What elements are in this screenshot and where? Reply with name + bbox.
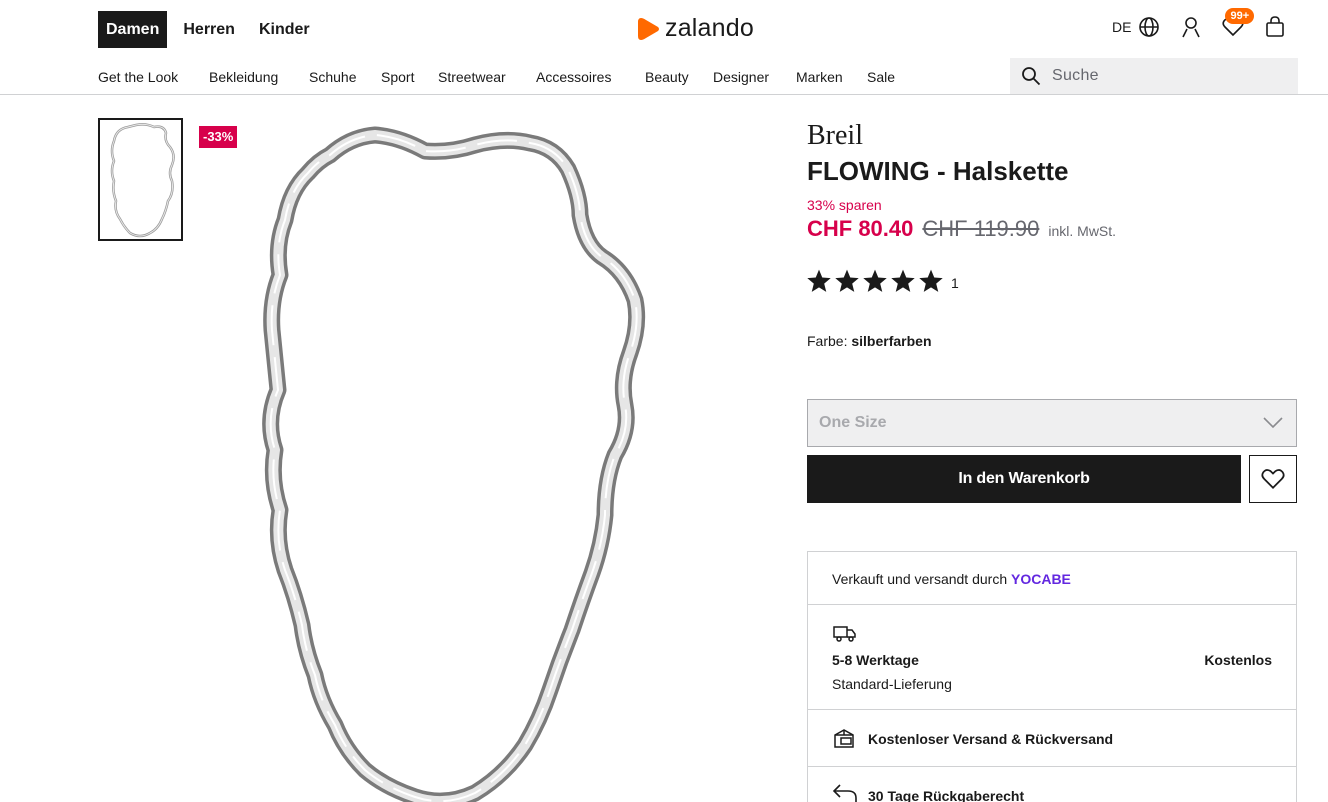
rating-stars: [806, 268, 946, 294]
size-value: One Size: [819, 414, 887, 431]
discount-badge: -33%: [199, 126, 238, 148]
zalando-logo[interactable]: zalando: [637, 14, 754, 43]
delivery-info-box: Verkauft und versandt durch YOCABE 5-8 W…: [807, 551, 1297, 802]
seller-info: Verkauft und versandt durch YOCABE: [832, 571, 1071, 587]
shipping-type: Standard-Lieferung: [832, 676, 952, 692]
divider: [808, 604, 1296, 605]
language-label[interactable]: DE: [1112, 19, 1131, 35]
user-icon[interactable]: [1179, 15, 1203, 39]
logo-text: zalando: [665, 14, 754, 42]
shipping-cost: Kostenlos: [1204, 652, 1272, 668]
globe-icon[interactable]: [1137, 15, 1161, 39]
divider: [808, 766, 1296, 767]
add-to-wishlist-button[interactable]: [1249, 455, 1297, 503]
nav-sport[interactable]: Sport: [381, 69, 414, 85]
free-return-box-icon: [834, 729, 854, 748]
nav-designer[interactable]: Designer: [713, 69, 769, 85]
nav-accessoires[interactable]: Accessoires: [536, 69, 611, 85]
tab-kinder[interactable]: Kinder: [251, 11, 318, 48]
product-brand[interactable]: Breil: [807, 120, 863, 152]
star-icon: [863, 269, 887, 292]
original-price: CHF 119.90: [922, 216, 1040, 241]
tab-herren[interactable]: Herren: [175, 11, 243, 48]
search-placeholder: Suche: [1052, 67, 1099, 84]
savings-label: 33% sparen: [807, 197, 882, 213]
current-price: CHF 80.40: [807, 216, 914, 241]
shipping-days: 5-8 Werktage: [832, 652, 919, 668]
free-returns-label: Kostenloser Versand & Rückversand: [868, 731, 1114, 747]
divider: [808, 709, 1296, 710]
nav-streetwear[interactable]: Streetwear: [438, 69, 506, 85]
star-icon: [891, 269, 915, 292]
product-rating[interactable]: 1: [806, 268, 959, 294]
add-to-cart-button[interactable]: In den Warenkorb: [807, 455, 1241, 503]
color-value: silberfarben: [851, 333, 932, 349]
nav-schuhe[interactable]: Schuhe: [309, 69, 356, 85]
price-row: CHF 80.40 CHF 119.90 inkl. MwSt.: [807, 216, 1116, 242]
product-main-image[interactable]: [250, 125, 660, 802]
return-arrow-icon: [832, 784, 857, 802]
wishlist-count-badge: 99+: [1225, 8, 1255, 24]
shopping-bag-icon[interactable]: [1263, 15, 1287, 39]
zalando-play-icon: [638, 17, 659, 40]
necklace-image: [262, 126, 646, 802]
necklace-thumbnail-image: [110, 122, 175, 237]
star-icon: [835, 269, 859, 292]
seller-prefix: Verkauft und versandt durch: [832, 571, 1008, 587]
nav-marken[interactable]: Marken: [796, 69, 843, 85]
return-period-label: 30 Tage Rückgaberecht: [868, 788, 1025, 802]
product-title: FLOWING - Halskette: [807, 156, 1069, 186]
search-input[interactable]: Suche: [1010, 58, 1298, 94]
rating-count[interactable]: 1: [951, 275, 959, 291]
chevron-down-icon: [1263, 417, 1283, 429]
nav-bekleidung[interactable]: Bekleidung: [209, 69, 278, 85]
color-label: Farbe:: [807, 333, 848, 349]
header-divider: [0, 94, 1328, 95]
star-icon: [919, 269, 943, 292]
nav-get-the-look[interactable]: Get the Look: [98, 69, 178, 85]
star-icon: [807, 269, 831, 292]
header-tools: DE 99+: [1112, 8, 1287, 41]
wishlist-heart-icon[interactable]: 99+: [1221, 8, 1255, 39]
nav-sale[interactable]: Sale: [867, 69, 895, 85]
seller-name[interactable]: YOCABE: [1011, 571, 1071, 587]
color-info: Farbe: silberfarben: [807, 333, 932, 349]
tab-damen[interactable]: Damen: [98, 11, 168, 48]
nav-beauty[interactable]: Beauty: [645, 69, 689, 85]
delivery-truck-icon: [833, 626, 856, 642]
product-thumbnail[interactable]: [98, 118, 183, 241]
gender-nav: Damen Herren Kinder: [98, 11, 326, 48]
size-select[interactable]: One Size: [807, 399, 1297, 447]
heart-icon: [1261, 469, 1285, 489]
search-icon: [1022, 67, 1041, 86]
vat-note: inkl. MwSt.: [1048, 223, 1117, 239]
